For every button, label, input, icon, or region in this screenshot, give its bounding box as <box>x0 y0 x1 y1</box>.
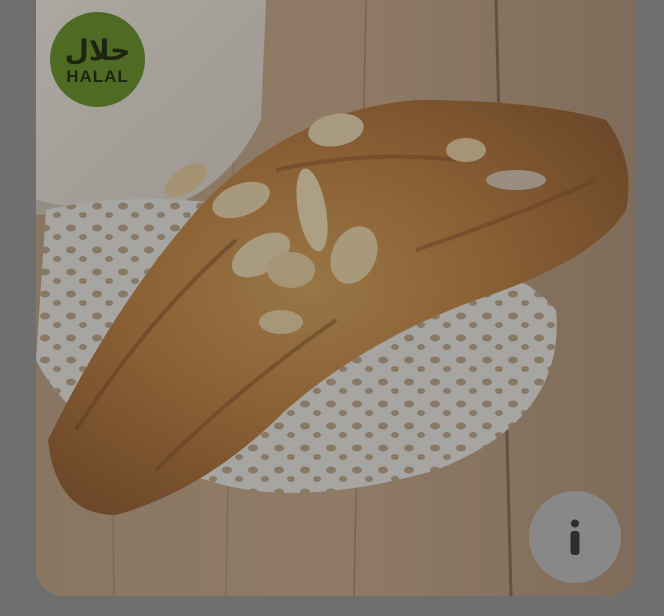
halal-latin-text: HALAL <box>66 66 129 86</box>
info-icon <box>570 519 580 555</box>
info-button[interactable] <box>529 491 621 583</box>
halal-arabic-text: حلال <box>64 33 131 67</box>
product-image-viewer: حلال HALAL <box>0 0 664 616</box>
halal-badge-icon: حلال HALAL <box>50 12 145 107</box>
